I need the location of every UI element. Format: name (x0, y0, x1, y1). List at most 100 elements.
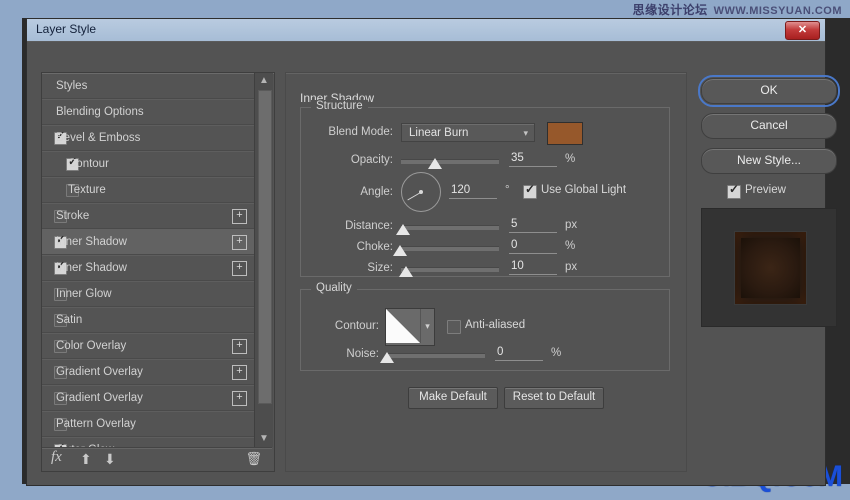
shadow-color-swatch[interactable] (547, 122, 583, 145)
screenshot-root: 思缘设计论坛WWW.MISSYUAN.COM PS爱好者 UiBQ.CoM La… (0, 0, 850, 500)
size-input[interactable]: 10 (509, 260, 557, 275)
fx-icon[interactable]: fx (51, 449, 62, 466)
dialog-titlebar[interactable]: Layer Style ✕ (27, 19, 825, 42)
style-list-item[interactable]: ✓Gradient Overlay+ (42, 385, 254, 411)
scroll-down-icon[interactable]: ▼ (255, 431, 273, 447)
watermark-top-bar: 思缘设计论坛 WWW.MISSYUAN.COM (0, 0, 850, 18)
contour-label: Contour: (334, 320, 379, 332)
noise-input[interactable]: 0 (495, 346, 543, 361)
structure-group-title: Structure (311, 100, 368, 112)
add-effect-icon[interactable]: + (232, 261, 247, 276)
opacity-unit: % (565, 153, 576, 165)
move-down-icon[interactable]: ⬇ (104, 451, 116, 468)
choke-label: Choke: (356, 241, 393, 253)
size-slider[interactable] (399, 266, 499, 277)
chevron-down-icon: ▾ (523, 128, 528, 138)
noise-slider-knob[interactable] (380, 352, 394, 363)
style-list-item[interactable]: ✓Satin (42, 307, 254, 333)
blend-mode-dropdown[interactable]: Linear Burn ▾ (401, 123, 535, 142)
new-style-button[interactable]: New Style... (701, 148, 837, 174)
style-list-item[interactable]: ✓Pattern Overlay (42, 411, 254, 437)
make-default-button[interactable]: Make Default (408, 387, 498, 409)
contour-preset-picker[interactable]: ▾ (385, 308, 435, 346)
dialog-title: Layer Style (36, 22, 97, 36)
style-list-item[interactable]: ✓Stroke+ (42, 203, 254, 229)
style-list-item[interactable]: ✓Color Overlay+ (42, 333, 254, 359)
style-list-item[interactable]: ✓Gradient Overlay+ (42, 359, 254, 385)
add-effect-icon[interactable]: + (232, 339, 247, 354)
style-list-item-label: Styles (56, 80, 88, 92)
choke-unit: % (565, 240, 576, 252)
style-list-item[interactable]: Blending Options (42, 99, 254, 125)
distance-input[interactable]: 5 (509, 218, 557, 233)
style-list-item-label: Blending Options (56, 106, 144, 118)
style-list-item-label: Pattern Overlay (56, 418, 136, 430)
anti-aliased-label[interactable]: Anti-aliased (465, 319, 525, 331)
opacity-label: Opacity: (350, 154, 393, 166)
add-effect-icon[interactable]: + (232, 209, 247, 224)
style-list-item[interactable]: ✓Texture (42, 177, 254, 203)
choke-slider-knob[interactable] (393, 245, 407, 256)
angle-dial[interactable] (401, 172, 441, 212)
style-list-item[interactable]: ✓Outer Glow (42, 437, 254, 447)
distance-label: Distance: (345, 220, 393, 232)
style-list-item[interactable]: Styles (42, 73, 254, 99)
checkmark-icon: ✓ (525, 182, 536, 196)
style-list-item[interactable]: ✓ Contour (42, 151, 254, 177)
size-slider-knob[interactable] (399, 266, 413, 277)
opacity-input[interactable]: 35 (509, 152, 557, 167)
trash-icon[interactable]: 🗑 (245, 451, 262, 467)
ok-button[interactable]: OK (698, 75, 840, 107)
scrollbar-thumb[interactable] (258, 90, 272, 404)
dialog-body: Styles Blending Options ✓ Bevel & Emboss ✓ Co… (27, 42, 840, 485)
watermark-top-url: WWW.MISSYUAN.COM (713, 5, 842, 17)
reset-to-default-button[interactable]: Reset to Default (504, 387, 604, 409)
noise-slider[interactable] (380, 352, 485, 363)
style-list-item-label: Color Overlay (56, 340, 127, 352)
style-list-item-label: Gradient Overlay (56, 366, 143, 378)
watermark-top-text: 思缘设计论坛 WWW.MISSYUAN.COM (633, 1, 842, 18)
watermark-left-strip (0, 18, 22, 484)
noise-label: Noise: (346, 348, 379, 360)
styles-list-scrollbar[interactable]: ▲ ▼ (254, 73, 273, 447)
style-list-item-label: Inner Shadow (56, 236, 127, 248)
angle-input[interactable]: 120 (449, 184, 497, 199)
style-list-item[interactable]: ✓ Inner Shadow + (42, 255, 254, 281)
blend-mode-label: Blend Mode: (328, 126, 393, 138)
choke-input[interactable]: 0 (509, 239, 557, 254)
preview-shape (734, 231, 807, 305)
opacity-slider-knob[interactable] (428, 158, 442, 169)
close-icon[interactable]: ✕ (785, 21, 820, 40)
size-unit: px (565, 261, 578, 273)
use-global-light-label[interactable]: Use Global Light (541, 184, 626, 196)
scroll-up-icon[interactable]: ▲ (255, 73, 273, 89)
distance-slider[interactable] (396, 224, 499, 235)
distance-slider-knob[interactable] (396, 224, 410, 235)
quality-group: Quality Contour: ▾ ✓ Anti-aliased Noise:… (300, 282, 670, 371)
preview-label[interactable]: Preview (745, 184, 786, 196)
anti-aliased-checkbox[interactable]: ✓ (447, 320, 461, 334)
noise-unit: % (551, 347, 562, 359)
layer-style-dialog: Layer Style ✕ Styles Blending Options ✓ Bev… (26, 18, 840, 486)
style-list-item-label: Inner Shadow (56, 262, 127, 274)
use-global-light-checkbox[interactable]: ✓ (523, 182, 537, 199)
watermark-top-chinese: 思缘设计论坛 (632, 3, 708, 17)
add-effect-icon[interactable]: + (232, 391, 247, 406)
angle-dial-hub (419, 190, 423, 194)
style-list-item[interactable]: ✓ Inner Shadow + (42, 229, 254, 255)
move-up-icon[interactable]: ⬆ (80, 451, 92, 468)
style-list-item-label: Texture (68, 184, 106, 196)
choke-slider[interactable] (393, 245, 499, 256)
style-list-item-label: Gradient Overlay (56, 392, 143, 404)
contour-chevron-down-icon: ▾ (420, 309, 434, 343)
preview-checkbox[interactable]: ✓ (727, 183, 741, 199)
add-effect-icon[interactable]: + (232, 365, 247, 380)
cancel-button[interactable]: Cancel (701, 113, 837, 139)
style-list-item[interactable]: ✓ Bevel & Emboss (42, 125, 254, 151)
styles-list[interactable]: Styles Blending Options ✓ Bevel & Emboss ✓ Co… (42, 73, 254, 447)
opacity-slider[interactable] (401, 158, 499, 169)
style-list-item[interactable]: ✓Inner Glow (42, 281, 254, 307)
angle-label: Angle: (360, 186, 393, 198)
style-list-item-label: Inner Glow (56, 288, 112, 300)
add-effect-icon[interactable]: + (232, 235, 247, 250)
